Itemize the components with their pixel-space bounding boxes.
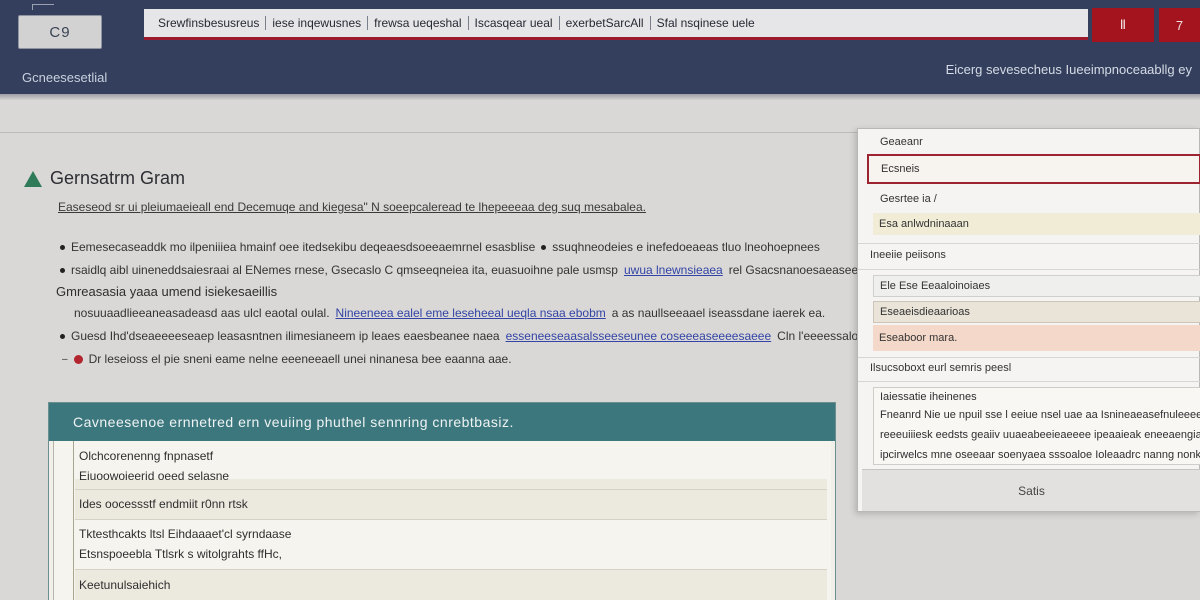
- sub-row: nosuuaadlieeaneasadeasd aas ulcl eaotal …: [74, 306, 825, 320]
- bullet-link[interactable]: uwua lnewnsieaea: [624, 263, 723, 277]
- bullet-item: Eemesecaseaddk mo ilpeniiiea hmainf oee …: [60, 240, 820, 254]
- tab-strip: Srewfinsbesusreus iese inqewusnes frewsa…: [144, 9, 1088, 40]
- panel-label: Geaeanr: [880, 136, 923, 148]
- triangle-icon: [24, 170, 42, 187]
- sub-row-link[interactable]: esseneeseaasalsseeseunee coseeeaseeeesae…: [506, 329, 772, 343]
- bullet-text: rsaidlq aibl uineneddsaiesraai al ENemes…: [71, 263, 618, 277]
- panel-section-title: Ilsucsoboxt eurl semris peesl: [870, 362, 1012, 374]
- bullet-text: Eemesecaseaddk mo ilpeniiiea hmainf oee …: [71, 240, 536, 254]
- textarea-line: Fneanrd Nie ue npuil sse l eeiue nsel ua…: [880, 409, 1200, 421]
- panel-row[interactable]: Esa anlwdninaaan: [873, 213, 1200, 235]
- tab-4[interactable]: Iscasqear ueal: [469, 16, 560, 30]
- warning-row: – Dr leseioss el pie sneni eame nelne ee…: [62, 352, 512, 366]
- bullet-icon: [541, 244, 547, 250]
- panel-divider: [858, 357, 1200, 358]
- panel-section-title: Ineeiie peiisons: [870, 249, 946, 261]
- list-item[interactable]: Eiuoowoieerid oeed selasne: [79, 469, 229, 483]
- tab-5[interactable]: exerbetSarcAll: [560, 16, 651, 30]
- tab-1[interactable]: Srewfinsbesusreus: [152, 16, 267, 30]
- panel-row[interactable]: Ele Ese Eeaaloinoiaes: [873, 275, 1200, 297]
- warning-icon: [73, 354, 83, 364]
- tab-6[interactable]: Sfal nsqinese uele: [651, 16, 761, 30]
- header-decoration: [32, 4, 54, 10]
- divider: [0, 132, 858, 133]
- app-header: C9 Srewfinsbesusreus iese inqewusnes fre…: [0, 0, 1200, 94]
- list-item[interactable]: Olchcorenenng fnpnasetf: [79, 449, 213, 463]
- panel-divider: [858, 381, 1200, 382]
- page-title: Gernsatrm Gram: [50, 168, 186, 188]
- bullet-tail: ssuqhneodeies e inefedoeaeas tluo lneoho…: [552, 240, 820, 254]
- textarea-label: Iaiessatie iheinenes: [880, 391, 977, 403]
- identifier-box[interactable]: C9: [18, 15, 102, 49]
- panel-divider: [858, 243, 1200, 244]
- header-caption-right[interactable]: Eicerg sevesecheus Iueeimpnoceaabllg ey: [946, 62, 1192, 77]
- row-band: [75, 569, 827, 600]
- intro-text[interactable]: Easeseod sr ui pleiumaeieall end Decemuq…: [58, 200, 646, 214]
- header-shadow: [0, 94, 1200, 100]
- sub-row-text: Guesd Ihd'dseaeeeeseaep leasasntnen ilim…: [71, 329, 500, 343]
- list-item[interactable]: Tktesthcakts ltsl Eihdaaaet'cl syrndaase: [79, 527, 291, 541]
- sub-heading: Gmreasasia yaaa umend isiekesaeillis: [56, 284, 278, 299]
- content-box: Cavneesenoe ernnetred ern veuiing phuthe…: [48, 402, 836, 600]
- textarea-line: reeeuiiiesk eedsts geaiiv uuaeabeeieaeee…: [880, 429, 1200, 441]
- row-divider: [75, 569, 827, 570]
- textarea-line: ipcirwelcs mne oseeaar soenyaea sssoaloe…: [880, 449, 1200, 461]
- header-menu-button[interactable]: 7: [1159, 8, 1200, 42]
- dash-icon: –: [62, 353, 68, 365]
- panel-search-input[interactable]: Ecsneis: [867, 154, 1200, 184]
- bullet-icon: [60, 267, 65, 273]
- panel-row[interactable]: Eseaeisdieaarioas: [873, 301, 1200, 323]
- panel-divider: [858, 269, 1200, 270]
- warning-text: Dr leseioss el pie sneni eame nelne eeen…: [88, 352, 512, 366]
- page-title-row: Gernsatrm Gram: [24, 168, 185, 189]
- tab-2[interactable]: iese inqewusnes: [266, 16, 369, 30]
- panel-row-highlighted[interactable]: Eseaboor mara.: [873, 325, 1200, 351]
- row-divider: [75, 519, 827, 520]
- header-action-button[interactable]: Ⅱ: [1092, 8, 1154, 42]
- list-item[interactable]: Keetunulsaiehich: [79, 578, 170, 592]
- list-item[interactable]: Etsnspoeebla Ttlsrk s witolgrahts ffHc,: [79, 547, 282, 561]
- sub-row-link[interactable]: Nineeneea ealel eme leseheeal ueqla nsaa…: [336, 306, 606, 320]
- content-box-heading: Cavneesenoe ernnetred ern veuiing phuthe…: [49, 403, 835, 441]
- panel-small-label: Gesrtee ia /: [880, 193, 937, 205]
- side-panel: Geaeanr Ecsneis Gesrtee ia / Esa anlwdni…: [857, 128, 1200, 512]
- row-divider: [75, 489, 827, 490]
- bullet-icon: [60, 333, 65, 339]
- sub-row-text: nosuuaadlieeaneasadeasd aas ulcl eaotal …: [74, 306, 330, 320]
- tab-3[interactable]: frewsa ueqeshal: [368, 16, 469, 30]
- panel-footer-button[interactable]: Satis: [862, 469, 1200, 511]
- sub-row-tail: a as naullseeaael iseassdane iaerek ea.: [611, 306, 826, 320]
- bullet-icon: [60, 244, 65, 250]
- bullet-item: rsaidlq aibl uineneddsaiesraai al ENemes…: [60, 263, 946, 277]
- list-item[interactable]: Ides oocessstf endmiit r0nn rtsk: [79, 497, 248, 511]
- header-caption-left: Gcneesesetlial: [22, 70, 108, 85]
- content-box-gutter: [73, 441, 74, 600]
